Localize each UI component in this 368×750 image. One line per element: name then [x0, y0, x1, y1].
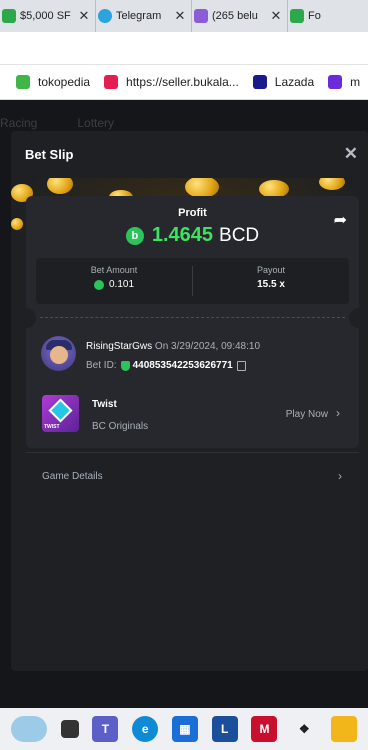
modal-title: Bet Slip	[25, 146, 74, 162]
chevron-right-icon: ›	[336, 406, 340, 420]
bet-slip-modal: Bet Slip ✕ Profit b 1.4645 BCD ➦ Bet Amo…	[11, 131, 368, 671]
payout-stat: Payout 15.5 x	[193, 258, 349, 304]
bet-amount-label: Bet Amount	[90, 265, 138, 275]
thumbnail-text: TWIST	[44, 424, 60, 430]
bukalapak-icon	[104, 75, 119, 89]
coin-decoration	[11, 218, 23, 230]
bookmark-label: tokopedia	[38, 75, 91, 89]
taskbar: T e ▦ L M ❖	[0, 708, 368, 750]
mail-icon	[194, 9, 208, 23]
bet-amount-value: 0.101	[108, 279, 135, 290]
coin-decoration	[185, 178, 219, 198]
ticket-notch	[16, 308, 36, 328]
bookmark-label: Lazada	[274, 75, 315, 89]
dropbox-icon[interactable]: ❖	[291, 716, 318, 742]
bookmark-lazada[interactable]: Lazada	[252, 75, 315, 89]
username-line: RisingStarGws On 3/29/2024, 09:48:10	[86, 341, 260, 352]
mcafee-icon[interactable]: M	[251, 716, 278, 742]
store-icon[interactable]: ▦	[171, 716, 198, 742]
bet-amount-stat: Bet Amount 0.101	[36, 258, 192, 304]
tab-title: Fo	[308, 10, 321, 22]
payout-value: 15.5 x	[257, 279, 285, 290]
close-tab-icon[interactable]: ✕	[173, 8, 187, 24]
profit-currency: BCD	[219, 224, 260, 246]
bet-id-label: Bet ID:	[86, 360, 117, 371]
bet-stats: Bet Amount 0.101 Payout 15.5 x	[36, 258, 349, 304]
browser-tab[interactable]: Telegram ✕	[96, 0, 192, 32]
tokopedia-icon	[16, 75, 30, 89]
bet-amount-value-row: 0.101	[36, 279, 192, 290]
coin-decoration	[319, 178, 345, 190]
browser-tab[interactable]: (265 belu ✕	[192, 0, 288, 32]
game-provider: BC Originals	[92, 421, 149, 432]
tab-title: Telegram	[116, 10, 162, 22]
verified-shield-icon	[120, 360, 130, 371]
game-row[interactable]: TWIST Twist BC Originals Play Now ›	[26, 395, 359, 445]
edge-icon[interactable]: e	[132, 716, 159, 742]
bookmark-bukalapak[interactable]: https://seller.bukala...	[104, 75, 239, 89]
profit-row: b 1.4645 BCD	[26, 224, 359, 247]
ticket-notch	[349, 308, 368, 328]
play-now-label: Play Now	[285, 409, 328, 420]
search-icon[interactable]	[10, 716, 47, 742]
address-bar[interactable]	[0, 32, 368, 65]
lazada-icon	[252, 75, 267, 89]
bcd-coin-icon	[93, 279, 104, 290]
profit-label: Profit	[178, 207, 207, 219]
dashed-divider	[40, 317, 345, 318]
bcd-coin-icon: b	[125, 226, 144, 245]
play-now-button[interactable]: Play Now ›	[286, 406, 340, 420]
file-explorer-icon[interactable]	[331, 716, 357, 742]
bet-id-value: 440853542253626771	[132, 360, 233, 371]
chevron-right-icon: ›	[338, 469, 342, 483]
bookmarks-bar: tokopedia https://seller.bukala... Lazad…	[0, 65, 368, 100]
close-icon[interactable]: ✕	[344, 144, 358, 164]
background-nav: Racing Lottery	[0, 116, 138, 130]
coin-decoration	[47, 178, 73, 194]
payout-label: Payout	[256, 265, 286, 275]
teams-icon[interactable]: T	[92, 716, 119, 742]
bookmark-label: m	[350, 75, 361, 89]
mail-icon	[328, 75, 343, 89]
avatar[interactable]	[41, 336, 76, 371]
nav-racing: Racing	[0, 116, 38, 130]
divider	[26, 452, 359, 453]
game-details-label: Game Details	[42, 471, 103, 482]
browser-tab-strip: $5,000 SF ✕ Telegram ✕ (265 belu ✕ Fo	[0, 0, 368, 32]
bookmark-mail[interactable]: m	[328, 75, 360, 89]
close-tab-icon[interactable]: ✕	[77, 8, 91, 24]
tab-title: $5,000 SF	[20, 10, 71, 22]
game-thumbnail: TWIST	[42, 395, 79, 432]
payout-value-row: 15.5 x	[193, 279, 349, 290]
copy-icon[interactable]	[236, 360, 246, 371]
profit-value: 1.4645	[151, 224, 214, 246]
nav-lottery: Lottery	[77, 116, 115, 130]
browser-tab[interactable]: Fo	[288, 0, 368, 32]
tab-favicon-icon	[2, 9, 16, 23]
player-info: RisingStarGws On 3/29/2024, 09:48:10 Bet…	[41, 336, 341, 376]
task-view-icon[interactable]	[60, 720, 79, 738]
page-content: Racing Lottery Bet Slip ✕ Profit b 1.464…	[0, 100, 368, 708]
game-name: Twist	[92, 399, 117, 410]
bet-id-line: Bet ID: 440853542253626771	[86, 360, 246, 371]
tab-favicon-icon	[290, 9, 304, 23]
share-icon[interactable]: ➦	[334, 210, 347, 230]
avatar-face	[50, 346, 68, 364]
modal-header: Bet Slip ✕	[11, 131, 368, 177]
tab-title: (265 belu	[212, 10, 258, 22]
game-details-row[interactable]: Game Details ›	[26, 459, 359, 495]
bookmark-label: https://seller.bukala...	[126, 75, 239, 89]
username[interactable]: RisingStarGws	[86, 341, 152, 352]
close-tab-icon[interactable]: ✕	[269, 8, 283, 24]
telegram-icon	[98, 9, 112, 23]
gem-icon	[48, 398, 73, 423]
bet-date: On 3/29/2024, 09:48:10	[154, 341, 261, 352]
l-app-icon[interactable]: L	[211, 716, 238, 742]
browser-tab[interactable]: $5,000 SF ✕	[0, 0, 96, 32]
bookmark-tokopedia[interactable]: tokopedia	[16, 75, 90, 89]
